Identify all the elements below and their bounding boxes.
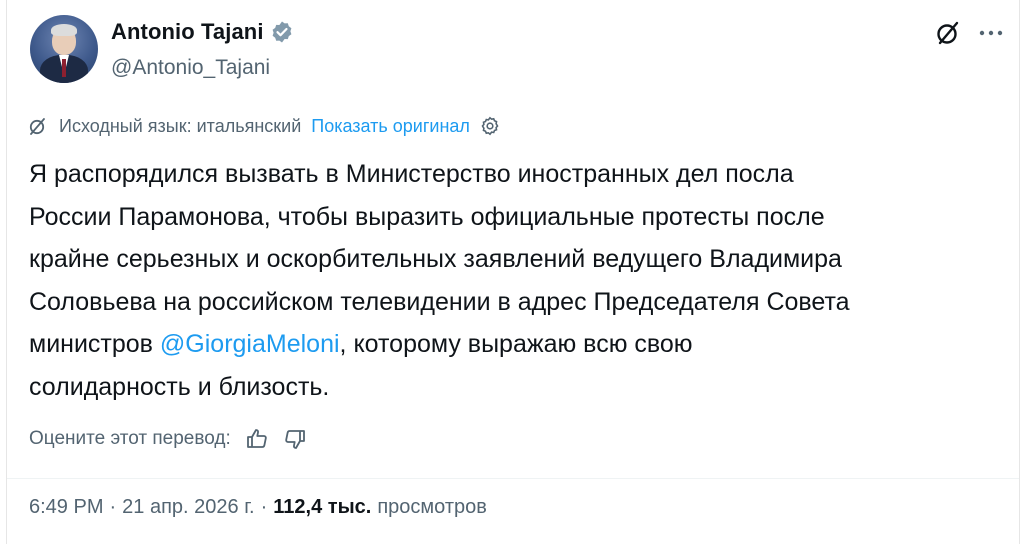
- tweet-text-part1: Я распорядился вызвать в Министерство ин…: [29, 160, 850, 358]
- translate-icon: [27, 115, 49, 137]
- source-language-label: Исходный язык: итальянский: [59, 115, 302, 136]
- views-count[interactable]: 112,4 тыс.: [273, 496, 371, 519]
- meta-separator: ·: [109, 496, 117, 518]
- tweet-date[interactable]: 21 апр. 2026 г.: [122, 496, 254, 519]
- show-original-link[interactable]: Показать оригинал: [311, 116, 470, 137]
- thumbs-up-icon[interactable]: [245, 427, 269, 451]
- verified-badge-icon[interactable]: [270, 20, 294, 44]
- rate-translation-label: Оцените этот перевод:: [29, 428, 231, 449]
- views-label: просмотров: [377, 496, 487, 518]
- divider: [7, 478, 1019, 479]
- gear-icon[interactable]: [480, 116, 500, 136]
- tweet-meta: 6:49 PM · 21 апр. 2026 г. · 112,4 тыс. п…: [29, 496, 487, 519]
- grok-icon[interactable]: [933, 18, 963, 48]
- thumbs-down-icon[interactable]: [283, 427, 307, 451]
- rate-translation-row: Оцените этот перевод:: [29, 427, 307, 451]
- author-name-row: Antonio Tajani: [111, 19, 294, 45]
- author-handle[interactable]: @Antonio_Tajani: [111, 56, 270, 80]
- tweet-card: Antonio Tajani @Antonio_Tajani Исходный …: [6, 0, 1020, 544]
- more-icon[interactable]: [977, 22, 1005, 44]
- translation-bar: Исходный язык: итальянский Показать ориг…: [27, 115, 500, 137]
- avatar[interactable]: [30, 15, 98, 83]
- author-display-name[interactable]: Antonio Tajani: [111, 19, 264, 45]
- meta-separator: ·: [260, 496, 268, 518]
- mention-link[interactable]: @GiorgiaMeloni: [160, 330, 340, 358]
- tweet-time[interactable]: 6:49 PM: [29, 496, 103, 519]
- tweet-text: Я распорядился вызвать в Министерство ин…: [29, 153, 1009, 408]
